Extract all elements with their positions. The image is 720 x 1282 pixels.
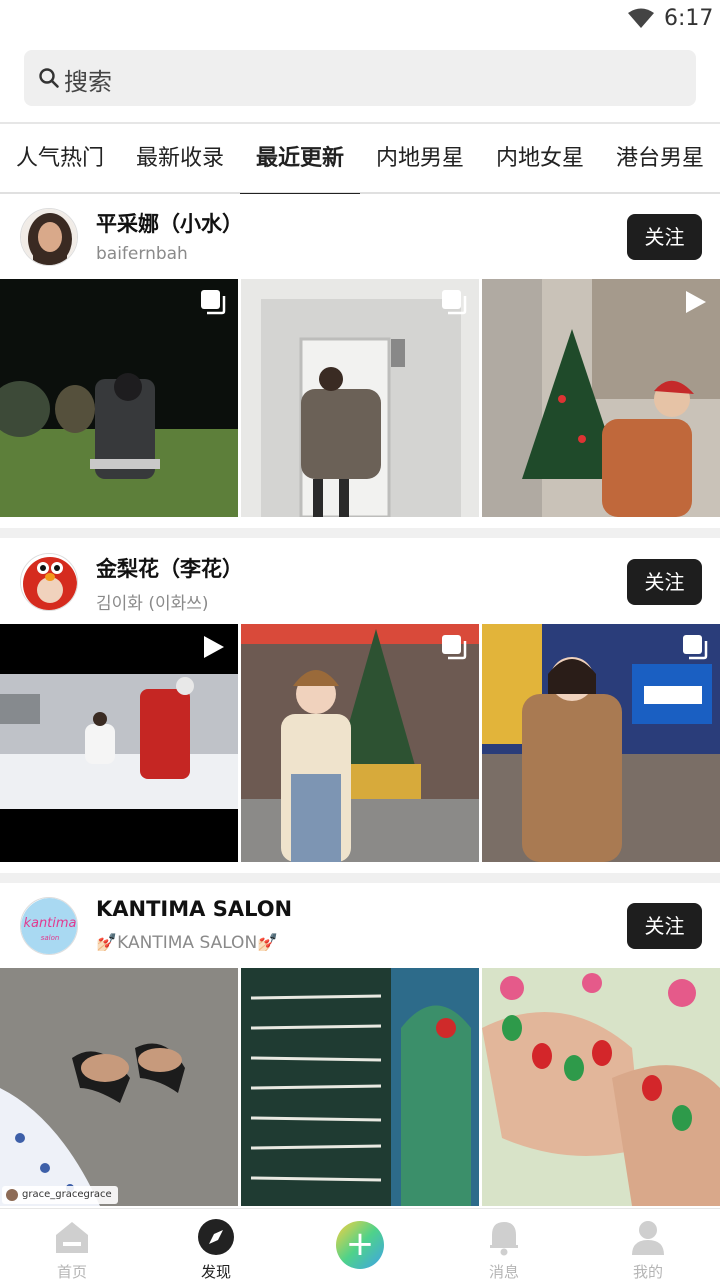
status-bar: 6:17 [0, 0, 720, 40]
search-input[interactable]: 搜索 [24, 50, 696, 106]
tab-mainland-male[interactable]: 内地男星 [360, 124, 480, 194]
multi-photo-icon [201, 290, 226, 315]
nav-profile[interactable]: 我的 [576, 1209, 720, 1281]
user-handle: 김이화 (이화쓰) [96, 594, 209, 614]
play-video-icon [686, 291, 706, 313]
photo-watermark: grace_gracegrace [2, 1186, 118, 1204]
user-handle: baifernbah [96, 244, 188, 264]
user-name[interactable]: KANTIMA SALON [96, 897, 292, 921]
compass-icon [198, 1219, 234, 1255]
photo-thumbnail[interactable] [482, 968, 720, 1206]
play-video-icon [204, 636, 224, 658]
plus-icon: + [336, 1221, 384, 1269]
search-area: 搜索 [0, 40, 720, 120]
tab-mainland-female[interactable]: 内地女星 [480, 124, 600, 194]
bell-icon [490, 1222, 518, 1256]
nav-create[interactable]: + [288, 1209, 432, 1281]
nav-discover[interactable]: 发现 [144, 1209, 288, 1281]
home-icon [56, 1222, 88, 1253]
photo-grid [0, 279, 720, 517]
person-icon [632, 1221, 664, 1255]
search-placeholder: 搜索 [64, 68, 112, 96]
tab-recently-updated[interactable]: 最近更新 [240, 124, 360, 196]
photo-thumbnail[interactable] [482, 624, 720, 862]
multi-photo-icon [442, 290, 467, 315]
tab-newest[interactable]: 最新收录 [120, 124, 240, 194]
avatar-logo-text: kantima [23, 916, 76, 931]
follow-button[interactable]: 关注 [627, 559, 702, 605]
svg-text:salon: salon [41, 934, 60, 942]
multi-photo-icon [683, 635, 708, 660]
nav-label: 首页 [56, 1263, 87, 1281]
multi-photo-icon [442, 635, 467, 660]
photo-grid [0, 624, 720, 862]
card-separator [0, 873, 720, 883]
card-separator [0, 528, 720, 538]
wifi-icon [628, 8, 654, 28]
nav-label: 我的 [632, 1263, 663, 1281]
photo-thumbnail[interactable] [241, 624, 479, 862]
user-name[interactable]: 金梨花（李花） [96, 553, 243, 583]
user-card: kantima salon KANTIMA SALON 💅🏻KANTIMA SA… [0, 883, 720, 1207]
photo-thumbnail[interactable] [241, 279, 479, 517]
avatar[interactable] [20, 553, 78, 611]
photo-thumbnail[interactable] [241, 968, 479, 1206]
user-name[interactable]: 平采娜（小水） [96, 208, 243, 238]
status-time: 6:17 [664, 6, 714, 31]
photo-thumbnail[interactable] [0, 624, 238, 862]
avatar[interactable] [20, 208, 78, 266]
tab-hktw-male[interactable]: 港台男星 [600, 124, 720, 194]
user-card: 平采娜（小水） baifernbah 关注 [0, 194, 720, 518]
tab-popular[interactable]: 人气热门 [0, 124, 120, 194]
photo-thumbnail[interactable] [482, 279, 720, 517]
follow-button[interactable]: 关注 [627, 903, 702, 949]
follow-button[interactable]: 关注 [627, 214, 702, 260]
photo-grid: grace_gracegrace [0, 968, 720, 1206]
nav-label: 发现 [200, 1263, 231, 1281]
photo-thumbnail[interactable] [0, 279, 238, 517]
nav-messages[interactable]: 消息 [432, 1209, 576, 1281]
search-icon [39, 68, 59, 88]
category-tabs: 人气热门 最新收录 最近更新 内地男星 内地女星 港台男星 [0, 122, 720, 196]
nav-home[interactable]: 首页 [0, 1209, 144, 1281]
user-card: 金梨花（李花） 김이화 (이화쓰) 关注 [0, 539, 720, 863]
photo-thumbnail[interactable]: grace_gracegrace [0, 968, 238, 1206]
bottom-nav: 首页 发现 + 消息 我的 [0, 1208, 720, 1281]
nav-label: 消息 [488, 1263, 519, 1281]
user-handle: 💅🏻KANTIMA SALON💅🏻 [96, 933, 279, 953]
avatar[interactable]: kantima salon [20, 897, 78, 955]
